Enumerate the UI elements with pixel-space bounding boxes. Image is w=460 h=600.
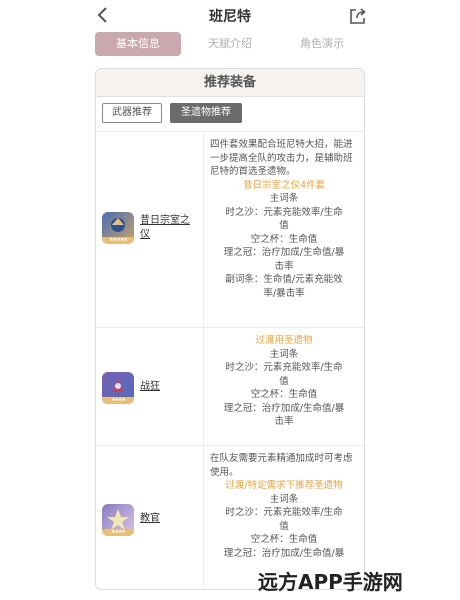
artifact-description: 四件套效果配合班尼特大招，能进一步提高全队的攻击力，是辅助班尼特的首选圣遗物。 — [210, 139, 353, 177]
stat-line: 时之沙：元素充能效率/生命 — [225, 507, 343, 518]
stat-line: 空之杯：生命值 — [250, 534, 318, 545]
artifact-note: 昔日宗室之仪4件套 — [242, 179, 326, 191]
share-icon — [350, 8, 366, 24]
tab-basic-info[interactable]: 基本信息 — [95, 32, 181, 56]
filter-row: 武器推荐 圣遗物推荐 — [96, 97, 364, 131]
tab-talents[interactable]: 天赋介绍 — [187, 32, 273, 56]
stat-line: 理之冠：治疗加成/生命值/暴 — [223, 402, 345, 414]
card-title: 推荐装备 — [96, 69, 364, 97]
instructor-icon: ★★★★ — [102, 504, 134, 536]
stat-line: 副词条：生命值/元素充能效 — [225, 274, 343, 285]
artifact-note: 过渡/特定需求下推荐圣遗物 — [225, 480, 343, 491]
weapon-recommend-button[interactable]: 武器推荐 — [102, 103, 162, 123]
artifact-recommend-button[interactable]: 圣遗物推荐 — [170, 103, 242, 123]
berserker-icon: ★★★★ — [102, 372, 134, 404]
stat-line: 空之杯：生命值 — [250, 233, 318, 245]
stat-line: 值 — [279, 220, 289, 231]
page-title: 班尼特 — [209, 9, 251, 25]
artifact-row: ★★★★★ 昔日宗室之 仪 四件套效果配合班尼特大招，能进一步提高全队的攻击力，… — [96, 131, 364, 327]
stat-line: 击率 — [274, 416, 294, 427]
stat-line: 率/暴击率 — [263, 287, 305, 299]
stat-line: 理之冠：治疗加成/生命值/暴 — [223, 547, 345, 559]
stat-line: 击率 — [274, 260, 294, 272]
stat-line: 值 — [279, 375, 289, 387]
stat-line: 值 — [279, 520, 289, 532]
stat-line: 主词条 — [269, 348, 299, 360]
artifact-description: 在队友需要元素精通加成时可考虑使用。 — [210, 453, 353, 478]
artifact-row: ★★★★ 战狂 过渡用圣遗物 主词条 时之沙：元素充能效率/生命 值 空之杯：生… — [96, 327, 364, 445]
artifact-list: ★★★★★ 昔日宗室之 仪 四件套效果配合班尼特大招，能进一步提高全队的攻击力，… — [96, 131, 364, 589]
stat-line: 主词条 — [269, 493, 299, 505]
stat-line: 时之沙：元素充能效率/生命 — [225, 206, 343, 218]
stat-line: 时之沙：元素充能效率/生命 — [225, 362, 343, 373]
stat-line: 理之冠：治疗加成/生命值/暴 — [223, 247, 345, 258]
tab-bar: 基本信息 天赋介绍 角色演示 — [95, 32, 365, 56]
top-bar: 班尼特 — [0, 0, 460, 30]
tab-character-demo[interactable]: 角色演示 — [279, 32, 365, 56]
recommended-equipment-card: 推荐装备 武器推荐 圣遗物推荐 ★★★★★ 昔日宗室之 仪 四件套效果配合班尼特… — [95, 68, 365, 590]
artifact-set-link[interactable]: 昔日宗室之 仪 — [140, 214, 200, 242]
artifact-set-link[interactable]: 教官 — [140, 512, 200, 526]
artifact-note: 过渡用圣遗物 — [255, 335, 313, 346]
watermark: 远方APP手游网 — [258, 570, 403, 594]
stat-line: 主词条 — [269, 193, 299, 204]
stat-line: 空之杯：生命值 — [250, 389, 318, 400]
share-button[interactable] — [347, 5, 369, 27]
artifact-set-link[interactable]: 战狂 — [140, 380, 200, 394]
noblesse-oblige-icon: ★★★★★ — [102, 212, 134, 244]
